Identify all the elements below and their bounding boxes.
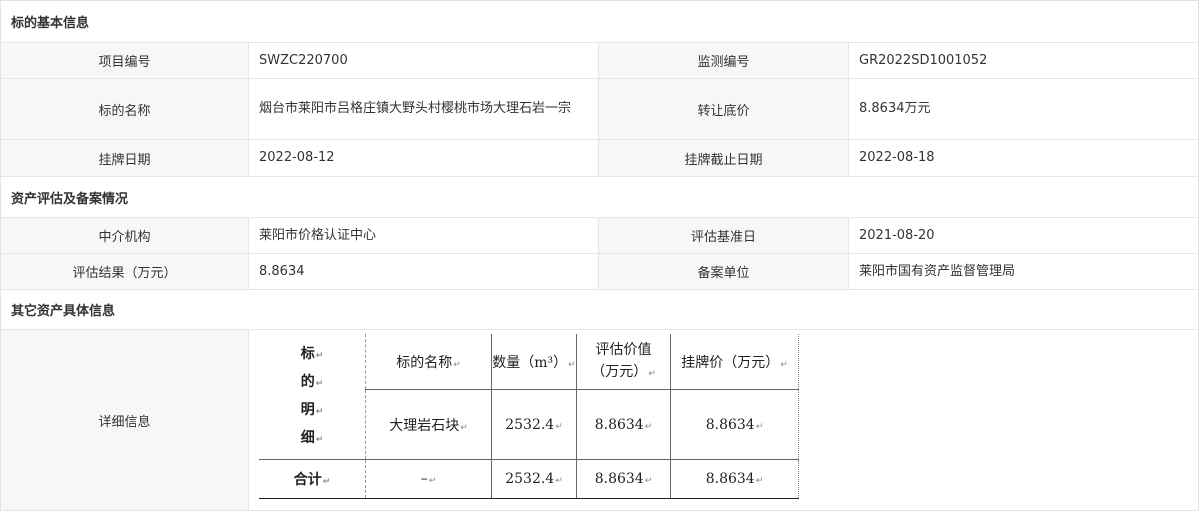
list-end-label: 挂牌截止日期 [599, 140, 849, 176]
list-end-value: 2022-08-18 [849, 140, 1198, 176]
asset-listing-page: 标的基本信息 项目编号 SWZC220700 监测编号 GR2022SD1001… [0, 0, 1199, 511]
detail-label: 详细信息 [1, 330, 249, 510]
row-header-char-4: 细↵ [300, 429, 324, 446]
row-name: 标的名称 烟台市莱阳市吕格庄镇大野头村樱桃市场大理石岩一宗 转让底价 8.863… [1, 79, 1198, 140]
list-date-value: 2022-08-12 [249, 140, 599, 176]
col-header-qty: 数量（m³）↵ [491, 334, 577, 390]
section-title-basic-text: 标的基本信息 [11, 16, 90, 31]
detail-header-row: 标↵ 的↵ 明↵ 细↵ 标的名称↵ 数量（m³）↵ 评估价值 （万元）↵ 挂牌价（… [259, 334, 799, 460]
item-list-cell: 8.8634↵ [670, 389, 799, 460]
section-title-basic: 标的基本信息 [1, 1, 1198, 43]
list-date-label: 挂牌日期 [1, 140, 249, 176]
item-qty-cell: 2532.4↵ [491, 389, 577, 460]
base-date-label: 评估基准日 [599, 218, 849, 253]
detail-row-header: 标↵ 的↵ 明↵ 细↵ [259, 334, 366, 460]
col-header-list: 挂牌价（万元）↵ [670, 334, 799, 390]
reserve-price-label: 转让底价 [599, 79, 849, 139]
item-eval-cell: 8.8634↵ [576, 389, 671, 460]
row-list-date: 挂牌日期 2022-08-12 挂牌截止日期 2022-08-18 [1, 140, 1198, 177]
result-value: 8.8634 [249, 254, 599, 289]
col-header-eval: 评估价值 （万元）↵ [576, 334, 671, 390]
total-name-cell: –↵ [365, 459, 492, 499]
detail-table: 标↵ 的↵ 明↵ 细↵ 标的名称↵ 数量（m³）↵ 评估价值 （万元）↵ 挂牌价（… [259, 334, 799, 499]
result-label: 评估结果（万元） [1, 254, 249, 289]
row-header-char-2: 的↵ [300, 373, 324, 390]
section-title-assessment: 资产评估及备案情况 [1, 177, 1198, 218]
total-eval-cell: 8.8634↵ [576, 459, 671, 499]
filing-unit-label: 备案单位 [599, 254, 849, 289]
filing-unit-value: 莱阳市国有资产监督管理局 [849, 254, 1198, 289]
row-result: 评估结果（万元） 8.8634 备案单位 莱阳市国有资产监督管理局 [1, 254, 1198, 290]
row-header-char-3: 明↵ [300, 401, 324, 418]
row-agency: 中介机构 莱阳市价格认证中心 评估基准日 2021-08-20 [1, 218, 1198, 254]
name-value: 烟台市莱阳市吕格庄镇大野头村樱桃市场大理石岩一宗 [249, 79, 599, 139]
project-no-label: 项目编号 [1, 43, 249, 78]
section-title-other-text: 其它资产具体信息 [11, 304, 116, 319]
col-header-name: 标的名称↵ [365, 334, 492, 390]
section-title-other: 其它资产具体信息 [1, 290, 1198, 330]
detail-content: 标↵ 的↵ 明↵ 细↵ 标的名称↵ 数量（m³）↵ 评估价值 （万元）↵ 挂牌价（… [249, 330, 1198, 510]
agency-value: 莱阳市价格认证中心 [249, 218, 599, 253]
project-no-value: SWZC220700 [249, 43, 599, 78]
total-label-cell: 合计↵ [259, 459, 366, 499]
name-label: 标的名称 [1, 79, 249, 139]
item-name-cell: 大理岩石块↵ [365, 389, 492, 460]
monitor-no-value: GR2022SD1001052 [849, 43, 1198, 78]
row-header-char-1: 标↵ [300, 345, 324, 362]
monitor-no-label: 监测编号 [599, 43, 849, 78]
reserve-price-value: 8.8634万元 [849, 79, 1198, 139]
section-title-assessment-text: 资产评估及备案情况 [11, 191, 129, 207]
row-project-no: 项目编号 SWZC220700 监测编号 GR2022SD1001052 [1, 43, 1198, 79]
agency-label: 中介机构 [1, 218, 249, 253]
detail-total-row: 合计↵ –↵ 2532.4↵ 8.8634↵ 8.8634↵ [259, 459, 799, 499]
total-qty-cell: 2532.4↵ [491, 459, 577, 499]
base-date-value: 2021-08-20 [849, 218, 1198, 253]
total-list-cell: 8.8634↵ [670, 459, 799, 499]
